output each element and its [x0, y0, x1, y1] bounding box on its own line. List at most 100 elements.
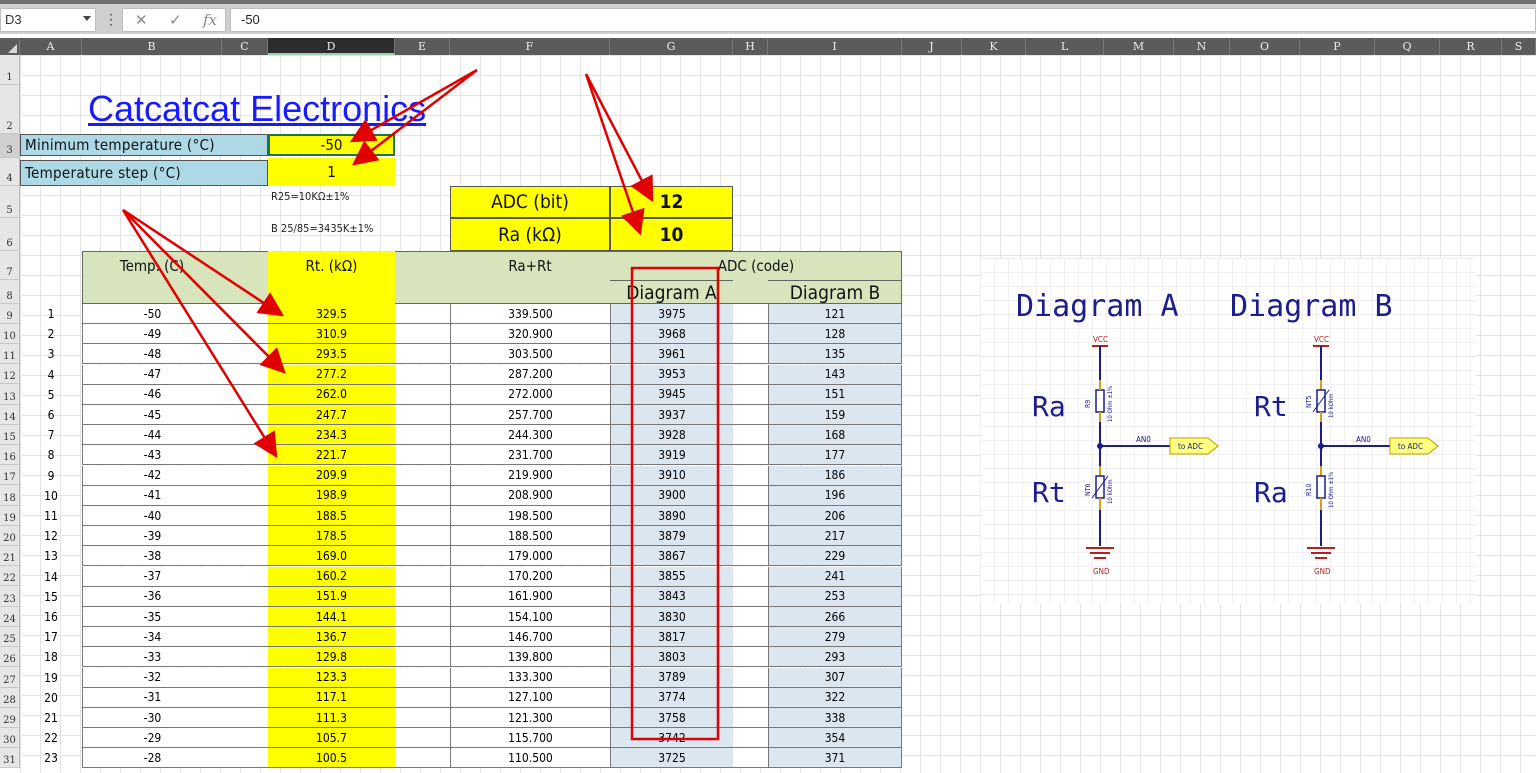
row-header-16[interactable]: 16 — [0, 445, 20, 465]
blank-e[interactable] — [395, 687, 450, 708]
row-header-21[interactable]: 21 — [0, 546, 20, 566]
temp-cell[interactable]: -36 — [82, 586, 222, 607]
ra-rt-cell[interactable]: 272.000 — [450, 384, 610, 405]
diagram-a-cell[interactable]: 3928 — [610, 425, 733, 446]
diagram-a-cell[interactable]: 3890 — [610, 506, 733, 526]
row-index[interactable]: 12 — [20, 526, 82, 546]
blank-c[interactable] — [222, 344, 268, 365]
formula-input[interactable]: -50 — [230, 8, 1536, 32]
enter-icon[interactable]: ✓ — [169, 11, 182, 29]
temp-cell[interactable]: -39 — [82, 526, 222, 547]
row-header-10[interactable]: 10 — [0, 324, 20, 344]
row-header-20[interactable]: 20 — [0, 526, 20, 546]
ra-rt-cell[interactable]: 115.700 — [450, 728, 610, 749]
blank-e[interactable] — [395, 667, 450, 688]
temp-cell[interactable]: -43 — [82, 445, 222, 466]
rt-cell[interactable]: 234.3 — [268, 425, 395, 446]
rt-cell[interactable]: 221.7 — [268, 445, 395, 466]
temp-cell[interactable]: -49 — [82, 324, 222, 345]
diagram-a-cell[interactable]: 3830 — [610, 607, 733, 627]
ra-rt-cell[interactable]: 110.500 — [450, 748, 610, 769]
row-index[interactable]: 18 — [20, 647, 82, 667]
row-index[interactable]: 8 — [20, 445, 82, 465]
ra-rt-cell[interactable]: 198.500 — [450, 506, 610, 526]
rt-header[interactable]: Rt. (kΩ) — [268, 251, 395, 280]
column-header-r[interactable]: R — [1440, 38, 1502, 55]
cancel-icon[interactable]: ✕ — [135, 11, 148, 29]
blank-h[interactable] — [733, 324, 768, 345]
column-header-n[interactable]: N — [1174, 38, 1230, 55]
row-index[interactable]: 3 — [20, 344, 82, 364]
row-index[interactable]: 2 — [20, 324, 82, 344]
column-header-s[interactable]: S — [1502, 38, 1536, 55]
row-index[interactable]: 14 — [20, 567, 82, 587]
temp-cell[interactable]: -37 — [82, 566, 222, 587]
blank-c[interactable] — [222, 566, 268, 587]
diagram-b-cell[interactable]: 186 — [768, 465, 902, 486]
blank-e[interactable] — [395, 465, 450, 486]
row-index[interactable]: 9 — [20, 466, 82, 486]
blank-h[interactable] — [733, 546, 768, 567]
adc-bit-label[interactable]: ADC (bit) — [450, 186, 610, 218]
diagram-b-cell[interactable]: 307 — [768, 667, 902, 688]
ra-rt-cell[interactable]: 146.700 — [450, 627, 610, 648]
diagram-a-cell[interactable]: 3855 — [610, 566, 733, 587]
blank-h[interactable] — [733, 364, 768, 385]
ra-rt-cell[interactable]: 231.700 — [450, 445, 610, 466]
blank-e[interactable] — [395, 384, 450, 405]
diagram-b-cell[interactable]: 168 — [768, 425, 902, 446]
blank-e[interactable] — [395, 647, 450, 668]
diagram-a-cell[interactable]: 3725 — [610, 748, 733, 769]
chevron-down-icon[interactable] — [83, 16, 91, 21]
ra-label[interactable]: Ra (kΩ) — [450, 218, 610, 251]
temp-cell[interactable]: -32 — [82, 667, 222, 688]
blank-c[interactable] — [222, 405, 268, 425]
row-index[interactable]: 4 — [20, 365, 82, 385]
temp-cell[interactable]: -38 — [82, 546, 222, 567]
temp-cell[interactable]: -28 — [82, 748, 222, 769]
temp-cell[interactable]: -31 — [82, 687, 222, 708]
blank-e[interactable] — [395, 748, 450, 769]
blank-c[interactable] — [222, 324, 268, 345]
ra-rt-cell[interactable]: 303.500 — [450, 344, 610, 365]
blank-h[interactable] — [733, 687, 768, 708]
blank-e[interactable] — [395, 445, 450, 466]
row-header-26[interactable]: 26 — [0, 647, 20, 667]
column-header-f[interactable]: F — [450, 38, 610, 55]
temp-cell[interactable]: -44 — [82, 425, 222, 446]
rt-cell[interactable]: 151.9 — [268, 586, 395, 607]
row-header-9[interactable]: 9 — [0, 304, 20, 324]
column-header-c[interactable]: C — [222, 38, 268, 55]
blank-e[interactable] — [395, 586, 450, 607]
row-header-22[interactable]: 22 — [0, 566, 20, 586]
row-header-31[interactable]: 31 — [0, 748, 20, 768]
blank-c[interactable] — [222, 364, 268, 385]
diagram-b-cell[interactable]: 135 — [768, 344, 902, 365]
diagram-a-cell[interactable]: 3975 — [610, 304, 733, 324]
row-header-3[interactable]: 3 — [0, 134, 20, 158]
rt-cell[interactable]: 117.1 — [268, 687, 395, 708]
rt-cell[interactable]: 111.3 — [268, 708, 395, 728]
row-header-19[interactable]: 19 — [0, 506, 20, 526]
diagram-a-cell[interactable]: 3774 — [610, 687, 733, 708]
ra-rt-cell[interactable]: 244.300 — [450, 425, 610, 446]
temp-step-label[interactable]: Temperature step (°C) — [20, 160, 268, 186]
ra-rt-cell[interactable]: 208.900 — [450, 485, 610, 506]
diagram-b-cell[interactable]: 279 — [768, 627, 902, 648]
ra-rt-cell[interactable]: 139.800 — [450, 647, 610, 668]
ra-rt-cell[interactable]: 219.900 — [450, 465, 610, 486]
rt-cell[interactable]: 144.1 — [268, 607, 395, 627]
blank-c[interactable] — [222, 687, 268, 708]
blank-c[interactable] — [222, 667, 268, 688]
diagram-a-cell[interactable]: 3843 — [610, 586, 733, 607]
blank-h[interactable] — [733, 344, 768, 365]
row-index[interactable]: 11 — [20, 506, 82, 526]
blank-h[interactable] — [733, 485, 768, 506]
row-index[interactable]: 17 — [20, 627, 82, 647]
row-index[interactable]: 22 — [20, 728, 82, 748]
blank-c[interactable] — [222, 304, 268, 324]
select-all-corner[interactable] — [0, 38, 20, 55]
row-header-13[interactable]: 13 — [0, 384, 20, 405]
blank-h[interactable] — [733, 607, 768, 627]
diagram-b-cell[interactable]: 143 — [768, 364, 902, 385]
